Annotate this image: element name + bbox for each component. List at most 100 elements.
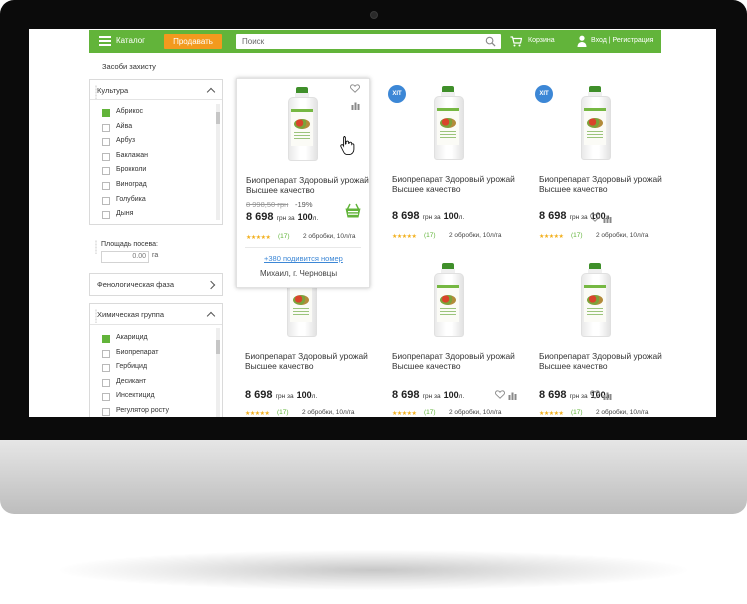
product-title[interactable]: Биопрепарат Здоровый урожай Высшее качес…	[539, 174, 664, 194]
favorite-icon[interactable]	[495, 390, 505, 399]
scroll-thumb[interactable]	[216, 112, 220, 124]
reviews-count[interactable]: (17)	[424, 232, 436, 239]
checkbox[interactable]	[102, 349, 110, 358]
usage-info: 2 обробки, 10л/га	[302, 409, 355, 416]
divider	[245, 247, 361, 248]
product-price: 8 698 грн за 100л.	[539, 210, 611, 222]
show-phone-link[interactable]: +380 подивится номер	[264, 254, 343, 263]
product-title[interactable]: Биопрепарат Здоровый урожай Высшее качес…	[245, 351, 370, 371]
product-price: 8 698 грн за 100л.	[392, 389, 465, 401]
product-card[interactable]: ХІТ Биопрепарат Здоровый урожай Высшее к…	[530, 78, 664, 240]
checkbox[interactable]	[102, 123, 110, 132]
product-card[interactable]: Биопрепарат Здоровый урожай Высшее качес…	[383, 257, 517, 417]
checkbox[interactable]	[102, 393, 110, 402]
checkbox[interactable]	[102, 109, 110, 117]
product-price: 8 698 грн за 100л.	[392, 210, 465, 222]
product-title[interactable]: Биопрепарат Здоровый урожай Высшее качес…	[392, 351, 517, 371]
divider	[90, 324, 222, 325]
checkbox[interactable]	[102, 335, 110, 343]
reviews-count[interactable]: (17)	[277, 409, 289, 416]
usage-info: 2 обробки, 10л/га	[449, 232, 502, 239]
search-box[interactable]: Поиск	[236, 34, 501, 49]
search-input[interactable]: Поиск	[242, 37, 264, 46]
catalog-link[interactable]: Каталог	[116, 36, 145, 45]
reviews-count[interactable]: (17)	[424, 409, 436, 416]
usage-info: 2 обробки, 10л/га	[596, 232, 649, 239]
checkbox[interactable]	[102, 167, 110, 176]
area-unit: га	[152, 252, 159, 259]
camera-icon	[370, 11, 378, 19]
checkbox[interactable]	[102, 364, 110, 373]
sell-button[interactable]: Продавать	[164, 34, 222, 49]
rating-stars: ★★★★★	[539, 234, 564, 240]
product-image[interactable]	[580, 263, 611, 337]
usage-info: 2 обробки, 10л/га	[596, 409, 649, 416]
product-title[interactable]: Биопрепарат Здоровый урожай Высшее качес…	[539, 351, 664, 371]
drag-handle-icon	[95, 309, 97, 323]
rating-stars: ★★★★★	[245, 411, 270, 417]
rating-stars: ★★★★★	[392, 234, 417, 240]
drag-handle-icon	[95, 85, 97, 99]
drag-handle-icon	[95, 240, 97, 254]
compare-icon[interactable]	[351, 101, 360, 110]
checkbox[interactable]	[102, 152, 110, 161]
user-icon[interactable]	[577, 35, 587, 47]
cart-icon[interactable]	[510, 36, 522, 47]
filter-culture-title[interactable]: Культура	[97, 86, 128, 95]
product-price: 8 698 грн за 100л.	[246, 211, 319, 223]
product-title[interactable]: Биопрепарат Здоровый урожай Высшее качес…	[246, 175, 371, 195]
scroll-thumb[interactable]	[216, 340, 220, 354]
monitor-shadow	[60, 550, 687, 590]
favorite-icon[interactable]	[590, 390, 600, 399]
filter-culture: Культура Абрикос Айва Арбуз Баклажан Бро…	[89, 79, 223, 225]
usage-info: 2 обробки, 10л/га	[303, 233, 356, 240]
area-input[interactable]: 0.00	[101, 251, 149, 263]
hit-badge: ХІТ	[388, 85, 406, 103]
scrollbar[interactable]	[216, 104, 220, 220]
top-navigation-bar: Каталог Продавать Поиск Корзина Вход | Р…	[89, 30, 661, 53]
hit-badge: ХІТ	[535, 85, 553, 103]
breadcrumb[interactable]: Засоби захисту	[102, 62, 156, 71]
product-image[interactable]	[580, 86, 611, 160]
screen: Каталог Продавать Поиск Корзина Вход | Р…	[29, 29, 716, 417]
chevron-right-icon[interactable]	[206, 280, 216, 290]
filter-chemical-title[interactable]: Химическая группа	[97, 310, 164, 319]
reviews-count[interactable]: (17)	[571, 232, 583, 239]
monitor-chin	[0, 440, 747, 514]
cart-link[interactable]: Корзина	[528, 37, 555, 44]
chevron-up-icon[interactable]	[206, 87, 216, 97]
checkbox[interactable]	[102, 196, 110, 205]
checkbox[interactable]	[102, 211, 110, 220]
favorite-icon[interactable]	[590, 213, 600, 222]
discount-badge: -19%	[295, 200, 313, 209]
compare-icon[interactable]	[508, 391, 517, 400]
usage-info: 2 обробки, 10л/га	[449, 409, 502, 416]
product-card[interactable]: ХІТ Биопрепарат Здоровый урожай Высшее к…	[383, 78, 517, 240]
product-title[interactable]: Биопрепарат Здоровый урожай Высшее качес…	[392, 174, 517, 194]
reviews-count[interactable]: (17)	[278, 233, 290, 240]
product-image[interactable]	[433, 263, 464, 337]
login-register-link[interactable]: Вход | Регистрация	[591, 37, 653, 44]
product-image[interactable]	[433, 86, 464, 160]
filter-phenology-title[interactable]: Фенологическая фаза	[97, 280, 174, 289]
product-card[interactable]: Биопрепарат Здоровый урожай Высшее качес…	[530, 257, 664, 417]
favorite-icon[interactable]	[350, 84, 360, 93]
compare-icon[interactable]	[603, 214, 612, 223]
scrollbar[interactable]	[216, 328, 220, 417]
checkbox[interactable]	[102, 138, 110, 147]
rating-stars: ★★★★★	[539, 411, 564, 417]
checkbox[interactable]	[102, 378, 110, 387]
product-card-hovered[interactable]: Биопрепарат Здоровый урожай Высшее качес…	[236, 78, 370, 288]
compare-icon[interactable]	[603, 391, 612, 400]
product-image[interactable]	[287, 87, 318, 161]
checkbox[interactable]	[102, 407, 110, 416]
menu-icon[interactable]	[99, 36, 111, 46]
filter-phenology[interactable]: Фенологическая фаза	[89, 273, 223, 296]
add-to-cart-icon[interactable]	[345, 203, 361, 218]
divider	[90, 99, 222, 100]
checkbox[interactable]	[102, 181, 110, 190]
reviews-count[interactable]: (17)	[571, 409, 583, 416]
search-icon[interactable]	[485, 36, 496, 47]
hand-cursor-icon	[340, 136, 355, 155]
chevron-up-icon[interactable]	[206, 311, 216, 321]
